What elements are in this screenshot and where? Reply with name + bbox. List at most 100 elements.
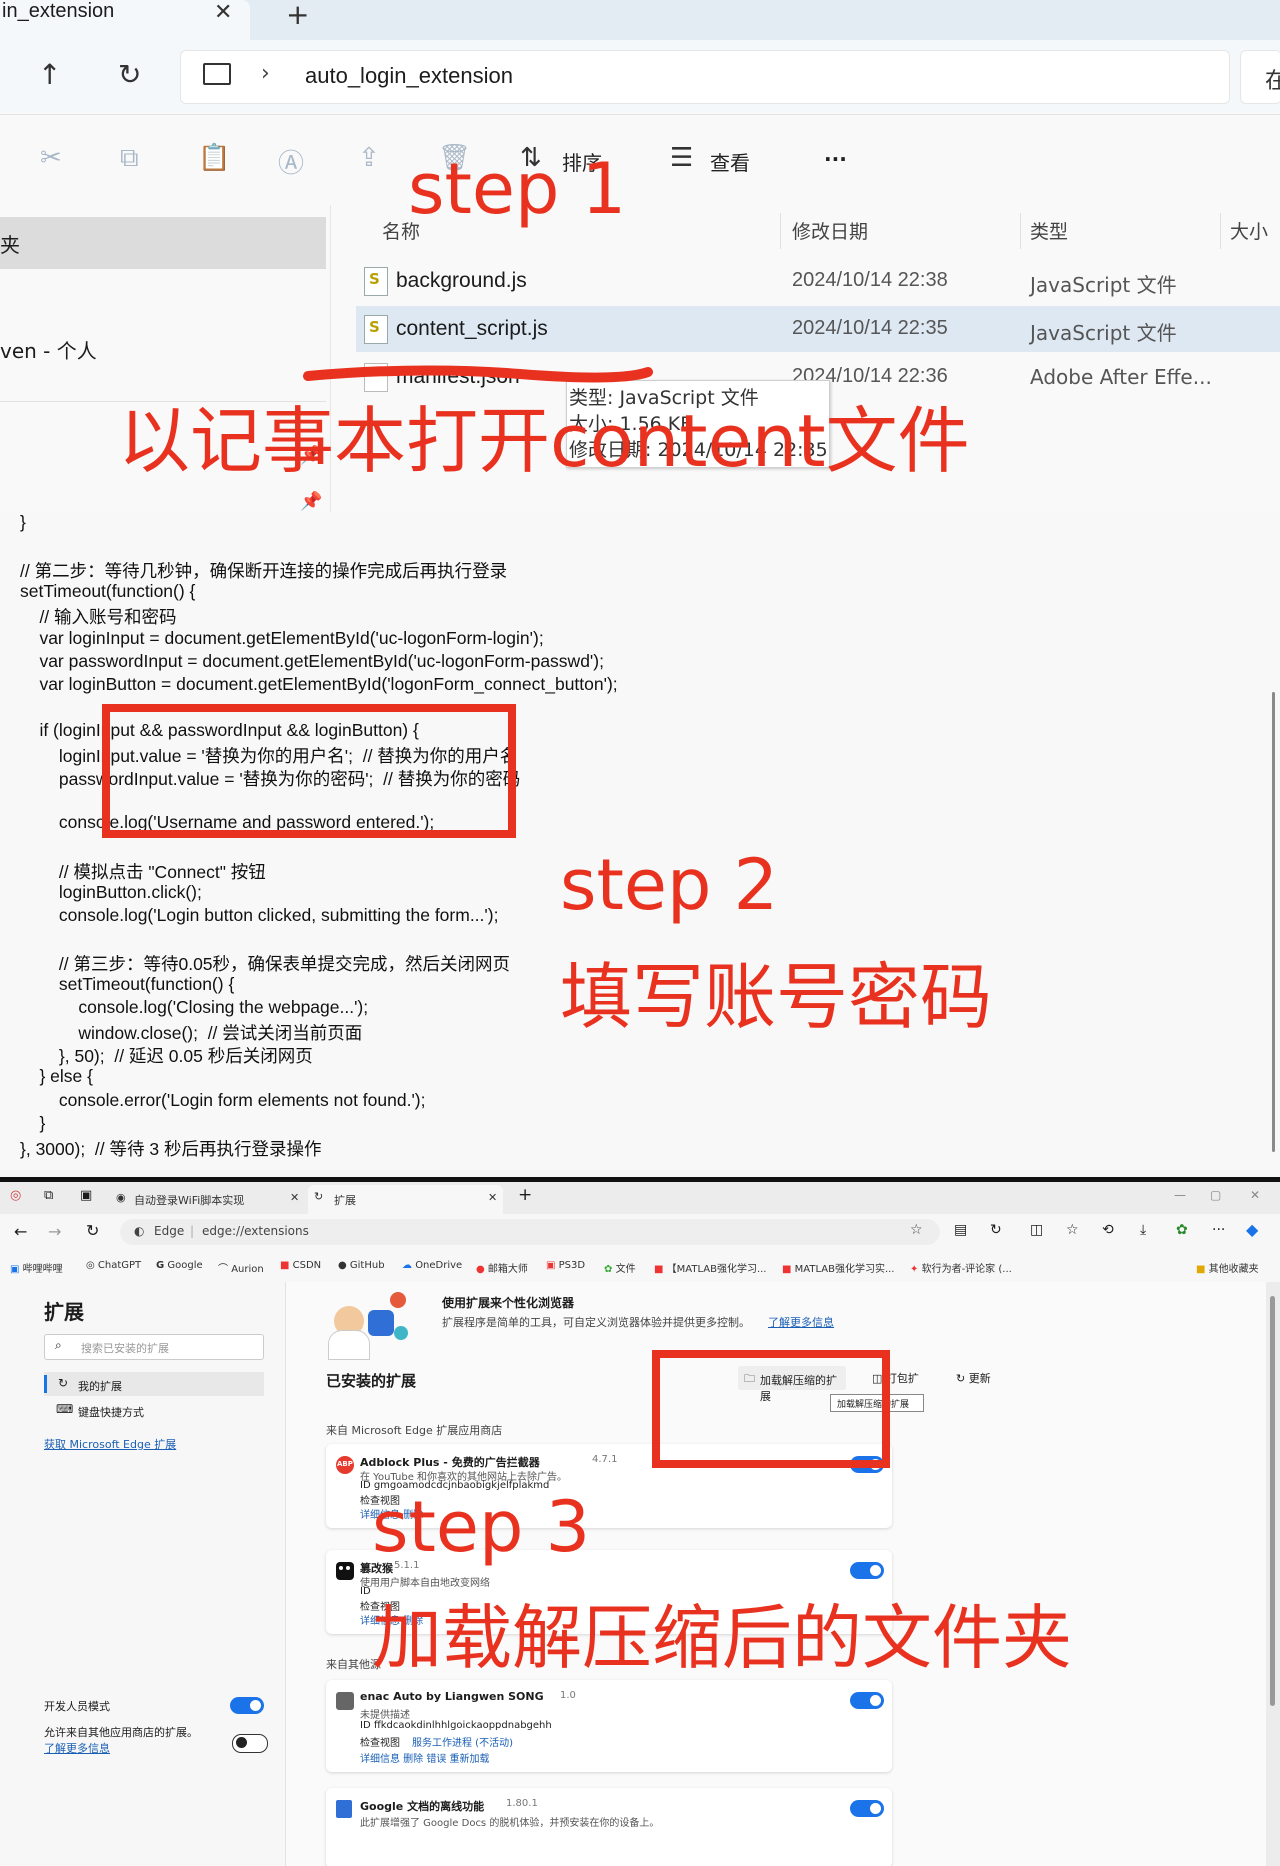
view-button[interactable]: 查看 bbox=[710, 147, 750, 176]
minimize-icon[interactable]: — bbox=[1174, 1188, 1186, 1202]
explorer-command-bar: ✂ ⧉ 📋 Ⓐ ⇪ 🗑 ⇅ 排序 ☰ 查看 ··· bbox=[0, 114, 1280, 205]
reading-view-icon[interactable]: ◫ bbox=[1030, 1222, 1043, 1238]
close-icon[interactable]: ✕ bbox=[290, 1191, 299, 1204]
chevron-right-icon: › bbox=[261, 61, 270, 86]
new-tab-icon[interactable]: + bbox=[518, 1185, 532, 1205]
update-button[interactable]: ↻ 更新 bbox=[956, 1370, 991, 1386]
search-extensions-input[interactable]: ⌕ 搜索已安装的扩展 bbox=[44, 1334, 264, 1360]
view-icon[interactable]: ☰ bbox=[670, 143, 693, 173]
dev-mode-toggle[interactable] bbox=[230, 1697, 264, 1714]
file-modified: 2024/10/14 22:35 bbox=[792, 317, 948, 339]
promo-learn-more-link[interactable]: 了解更多信息 bbox=[768, 1314, 834, 1330]
more-options-button[interactable]: ··· bbox=[824, 147, 847, 171]
tab-favicon-icon: ◉ bbox=[116, 1191, 126, 1204]
extension-toggle[interactable] bbox=[850, 1562, 884, 1579]
code-line: setTimeout(function() { bbox=[20, 974, 235, 994]
close-icon[interactable]: ✕ bbox=[488, 1191, 497, 1204]
extension-toggle[interactable] bbox=[850, 1692, 884, 1709]
nav-item-selected[interactable]: 夹 bbox=[0, 217, 326, 269]
favorite-files[interactable]: ✿ 文件 bbox=[604, 1260, 636, 1275]
scrollbar[interactable] bbox=[1272, 692, 1275, 1152]
address-bar[interactable]: › auto_login_extension bbox=[180, 50, 1230, 104]
nav-item-onedrive[interactable]: ven - 个人 bbox=[0, 335, 97, 364]
tampermonkey-icon bbox=[336, 1562, 354, 1580]
address-bar[interactable]: ◐ Edge | edge://extensions ☆ bbox=[120, 1219, 940, 1245]
split-screen-icon[interactable]: ▤ bbox=[954, 1222, 967, 1238]
scrollbar[interactable] bbox=[1266, 1282, 1280, 1866]
file-row-selected[interactable]: S content_script.js 2024/10/14 22:35 Jav… bbox=[356, 306, 1280, 352]
file-row[interactable]: S background.js 2024/10/14 22:38 JavaScr… bbox=[356, 258, 1280, 304]
learn-more-link[interactable]: 了解更多信息 bbox=[44, 1740, 110, 1756]
column-type[interactable]: 类型 bbox=[1030, 217, 1068, 244]
more-icon[interactable]: ··· bbox=[1212, 1222, 1225, 1238]
column-size[interactable]: 大小 bbox=[1230, 217, 1268, 244]
search-box[interactable]: 在 bbox=[1240, 50, 1280, 104]
favorite-ps3d[interactable]: ▣ PS3D bbox=[546, 1260, 585, 1271]
tab-actions-icon[interactable]: ▣ bbox=[80, 1188, 92, 1203]
explorer-tab[interactable]: in_extension ✕ bbox=[0, 0, 250, 40]
refresh-icon[interactable]: ↻ bbox=[118, 58, 141, 91]
tab-favicon-icon: ↻ bbox=[314, 1190, 324, 1203]
puzzle-icon bbox=[336, 1692, 354, 1710]
sidebar-item-shortcuts[interactable]: ⌨ 键盘快捷方式 bbox=[44, 1398, 264, 1422]
explorer-nav-bar: ↑ ↻ › auto_login_extension 在 bbox=[0, 40, 1280, 112]
allow-other-stores-toggle[interactable] bbox=[232, 1734, 268, 1753]
favorite-mail[interactable]: ● 邮箱大师 bbox=[476, 1260, 528, 1275]
cut-icon[interactable]: ✂ bbox=[40, 143, 62, 173]
tab-wifi-script[interactable]: ◉ 自动登录WiFi脚本实现 ✕ bbox=[110, 1185, 305, 1214]
code-line: } bbox=[20, 1112, 46, 1133]
favorites-icon[interactable]: ☆ bbox=[1066, 1222, 1079, 1238]
paste-icon[interactable]: 📋 bbox=[198, 143, 230, 173]
browser-tab-bar: ◎ ⧉ ▣ ◉ 自动登录WiFi脚本实现 ✕ ↻ 扩展 ✕ + — ▢ ✕ bbox=[0, 1182, 1280, 1214]
refresh-icon[interactable]: ↻ bbox=[86, 1221, 99, 1240]
edge-browser-window: ◎ ⧉ ▣ ◉ 自动登录WiFi脚本实现 ✕ ↻ 扩展 ✕ + — ▢ ✕ ← … bbox=[0, 1182, 1280, 1866]
column-modified[interactable]: 修改日期 bbox=[792, 217, 868, 244]
favorite-label: 软行为者-评论家 (... bbox=[921, 1264, 1012, 1275]
favorite-csdn[interactable]: ■ CSDN bbox=[280, 1260, 321, 1271]
maximize-icon[interactable]: ▢ bbox=[1210, 1188, 1221, 1202]
favorite-other[interactable]: ■ 其他收藏夹 bbox=[1196, 1260, 1259, 1275]
forward-icon[interactable]: → bbox=[48, 1222, 61, 1241]
favorite-chatgpt[interactable]: ◎ ChatGPT bbox=[86, 1260, 141, 1271]
extension-name: Google 文档的离线功能 bbox=[360, 1800, 485, 1813]
breadcrumb-path[interactable]: auto_login_extension bbox=[305, 63, 513, 89]
favorite-aurion[interactable]: ⌒ Aurion bbox=[218, 1260, 264, 1275]
close-icon[interactable]: ✕ bbox=[214, 0, 232, 25]
copilot-icon[interactable]: ◆ bbox=[1246, 1220, 1258, 1239]
favorite-matlab-1[interactable]: ■ 【MATLAB强化学习... bbox=[654, 1260, 766, 1275]
download-icon[interactable]: ⤓ bbox=[1140, 1222, 1146, 1238]
store-section-label: 来自 Microsoft Edge 扩展应用商店 bbox=[326, 1424, 503, 1437]
favorite-github[interactable]: ● GitHub bbox=[338, 1260, 385, 1271]
favorite-actor-critic[interactable]: ✦ 软行为者-评论家 (... bbox=[910, 1260, 1012, 1275]
code-line: } bbox=[20, 512, 26, 532]
code-line: loginButton.click(); bbox=[20, 881, 202, 902]
extension-icon[interactable]: ✿ bbox=[1176, 1222, 1188, 1238]
sidebar-item-my-extensions[interactable]: ↻ 我的扩展 bbox=[44, 1372, 264, 1396]
extension-links[interactable]: 详细信息 删除 错误 重新加载 bbox=[360, 1750, 490, 1765]
code-line: var loginButton = document.getElementByI… bbox=[20, 673, 618, 694]
refresh-page-icon[interactable]: ↻ bbox=[990, 1222, 1002, 1238]
favorite-onedrive[interactable]: ☁ OneDrive bbox=[402, 1260, 462, 1271]
history-icon[interactable]: ⟲ bbox=[1102, 1222, 1114, 1238]
favorite-label: 哔哩哔哩 bbox=[22, 1264, 63, 1275]
favorite-bilibili[interactable]: ▣ 哔哩哔哩 bbox=[10, 1260, 63, 1275]
up-arrow-icon[interactable]: ↑ bbox=[38, 58, 61, 91]
share-icon[interactable]: ⇪ bbox=[358, 143, 380, 173]
new-tab-icon[interactable]: + bbox=[286, 0, 309, 31]
back-icon[interactable]: ← bbox=[14, 1222, 27, 1241]
favorite-matlab-2[interactable]: ■ MATLAB强化学习实... bbox=[782, 1260, 894, 1275]
favorite-google[interactable]: G Google bbox=[156, 1260, 203, 1271]
service-worker-link[interactable]: 服务工作进程 (不活动) bbox=[412, 1734, 513, 1749]
star-icon[interactable]: ☆ bbox=[910, 1222, 923, 1238]
extension-toggle[interactable] bbox=[850, 1800, 884, 1817]
workspaces-icon[interactable]: ⧉ bbox=[44, 1188, 53, 1203]
copy-icon[interactable]: ⧉ bbox=[120, 143, 139, 174]
extension-name: enac Auto by Liangwen SONG bbox=[360, 1690, 544, 1703]
profile-icon[interactable]: ◎ bbox=[10, 1188, 21, 1203]
nav-item-label: 夹 bbox=[0, 233, 20, 257]
get-extensions-link[interactable]: 获取 Microsoft Edge 扩展 bbox=[44, 1436, 176, 1452]
close-window-icon[interactable]: ✕ bbox=[1250, 1188, 1260, 1202]
tab-extensions[interactable]: ↻ 扩展 ✕ bbox=[308, 1185, 503, 1214]
rename-icon[interactable]: Ⓐ bbox=[278, 143, 304, 180]
pack-extension-label: 打包扩 bbox=[885, 1372, 919, 1385]
